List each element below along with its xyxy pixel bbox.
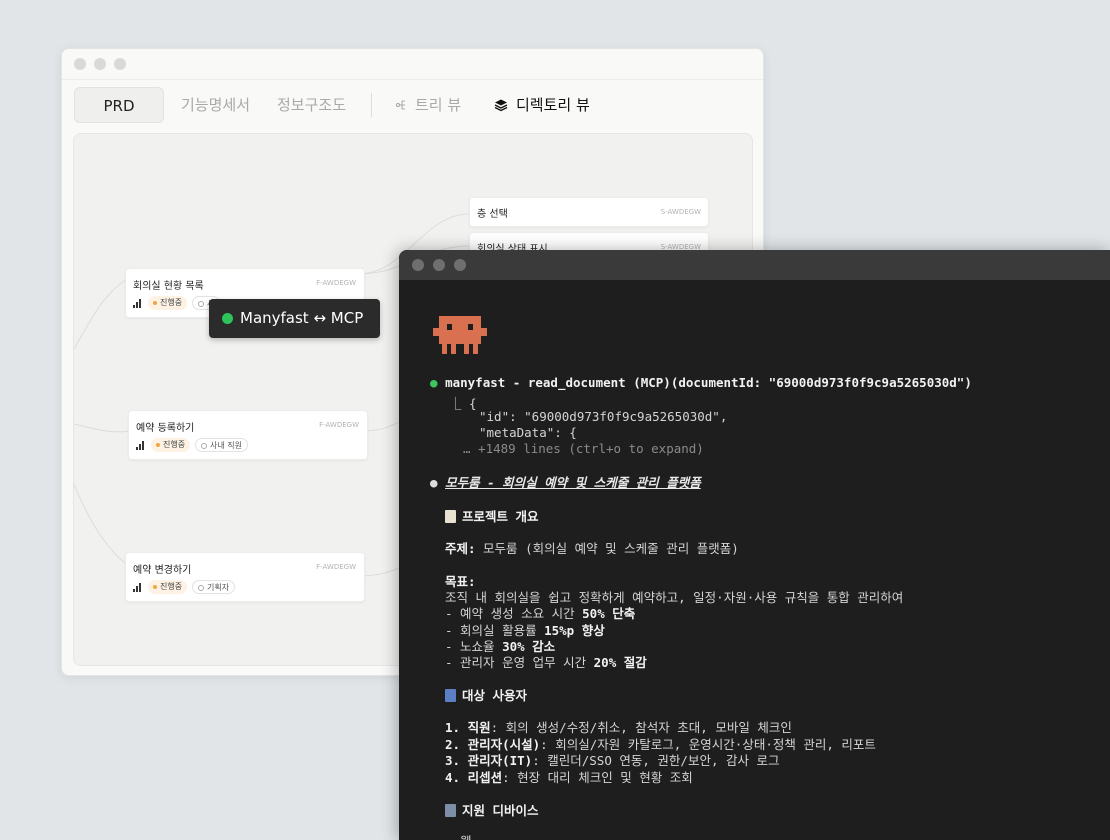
doc-title-line: ● 모두룸 - 회의실 예약 및 스케줄 관리 플랫폼 (430, 472, 701, 491)
tab-prd[interactable]: PRD (74, 87, 164, 123)
screen-card-code: S-AWDEGW (660, 208, 701, 216)
device-item-label: 웹 (460, 834, 472, 840)
user-item-number: 1. (445, 720, 468, 735)
status-badge: 진행중 (148, 580, 188, 594)
users-icon (445, 689, 456, 702)
users-heading: 대상 사용자 (462, 688, 528, 703)
expand-hint[interactable]: … +1489 lines (ctrl+o to expand) (463, 441, 704, 456)
priority-icon (136, 441, 146, 450)
goal-item-text: - 관리자 운영 업무 시간 (445, 655, 594, 670)
screen-card[interactable]: 층 선택 S-AWDEGW (469, 197, 709, 227)
maximize-dot[interactable] (454, 259, 466, 271)
topic-line: 주제: 모두룸 (회의실 예약 및 스케줄 관리 플랫폼) (445, 538, 739, 557)
topic-label: 주제: (445, 541, 476, 556)
feature-node[interactable]: 예약 변경하기 F-AWDEGW 진행중 기획자 (125, 552, 365, 602)
priority-icon (133, 583, 143, 592)
mcp-connection-label: Manyfast ↔ MCP (240, 309, 364, 327)
assignee-label: 기획자 (207, 583, 230, 592)
terminal-window: ● manyfast - read_document (MCP)(documen… (399, 250, 1110, 840)
overview-heading-line: 프로젝트 개요 (445, 506, 539, 525)
tree-icon (395, 100, 405, 110)
users-heading-line: 대상 사용자 (445, 685, 527, 704)
status-badge: 진행중 (148, 296, 188, 310)
doc-title: 모두룸 - 회의실 예약 및 스케줄 관리 플랫폼 (445, 475, 701, 490)
feature-node[interactable]: 예약 등록하기 F-AWDEGW 진행중 사내 직원 (128, 410, 368, 460)
close-dot[interactable] (74, 58, 86, 70)
tab-directory-view-label: 디렉토리 뷰 (516, 96, 590, 114)
terminal-titlebar (399, 250, 1110, 280)
devices-heading: 지원 디바이스 (462, 803, 539, 818)
overview-heading: 프로젝트 개요 (462, 509, 539, 524)
status-badge-label: 진행중 (160, 298, 183, 307)
result-meta-line: "metaData": { (479, 425, 577, 440)
tab-func-spec[interactable]: 기능명세서 (181, 87, 250, 123)
bullet-icon: ● (430, 475, 446, 490)
tab-ia[interactable]: 정보구조도 (277, 87, 346, 123)
user-item-desc: : 현장 대리 체크인 및 현황 조회 (502, 770, 693, 785)
minimize-dot[interactable] (433, 259, 445, 271)
tab-divider (371, 93, 372, 117)
feature-node-code: F-AWDEGW (316, 279, 356, 287)
feature-node-title: 예약 변경하기 (133, 565, 192, 576)
maximize-dot[interactable] (114, 58, 126, 70)
assignee-label: 사내 직원 (210, 441, 242, 450)
assignee-badge: 기획자 (192, 580, 236, 594)
result-open: ⎿ { (449, 396, 477, 411)
claude-mascot-icon (433, 316, 487, 354)
connected-status-icon (222, 313, 233, 324)
feature-node-code: F-AWDEGW (319, 421, 359, 429)
status-badge-label: 진행중 (160, 582, 183, 591)
feature-node-title: 회의실 현황 목록 (133, 281, 204, 292)
priority-icon (133, 299, 143, 308)
devices-heading-line: 지원 디바이스 (445, 800, 539, 819)
window-titlebar (62, 49, 763, 80)
tab-tree-view[interactable]: 트리 뷰 (395, 87, 461, 123)
layers-icon (494, 99, 508, 112)
device-item: - 웹 (445, 831, 472, 840)
result-id-line: "id": "69000d973f0f9c9a5265030d", (479, 409, 728, 424)
doc-tabs: PRD 기능명세서 정보구조도 트리 뷰 디렉토리 뷰 (74, 87, 754, 123)
mcp-connection-badge: Manyfast ↔ MCP (209, 299, 380, 338)
status-badge: 진행중 (151, 438, 191, 452)
mobile-device-icon (445, 804, 456, 817)
close-dot[interactable] (412, 259, 424, 271)
screen-card-title: 층 선택 (477, 209, 508, 220)
goal-item-text: - 예약 생성 소요 시간 (445, 606, 583, 621)
user-item-desc: : 회의 생성/수정/취소, 참석자 초대, 모바일 체크인 (490, 720, 792, 735)
status-badge-label: 진행중 (163, 440, 186, 449)
minimize-dot[interactable] (94, 58, 106, 70)
feature-node-code: F-AWDEGW (316, 563, 356, 571)
goal-item: - 관리자 운영 업무 시간 20% 절감 (445, 652, 647, 671)
user-item-number: 4. (445, 770, 468, 785)
memo-icon (445, 510, 456, 523)
user-item-role: 직원 (467, 720, 491, 735)
topic-value: 모두룸 (회의실 예약 및 스케줄 관리 플랫폼) (475, 541, 739, 556)
tool-status-icon: ● (430, 375, 446, 390)
device-item-text: - (445, 834, 460, 840)
user-item-desc: : 캘린더/SSO 연동, 권한/보안, 감사 로그 (532, 753, 780, 768)
tool-call-text: manyfast - read_document (MCP)(documentI… (445, 375, 972, 390)
goal-item-metric: 50% 단축 (582, 606, 636, 621)
tool-call-line: ● manyfast - read_document (MCP)(documen… (430, 375, 972, 390)
terminal-output[interactable]: ● manyfast - read_document (MCP)(documen… (399, 280, 1110, 840)
tab-directory-view[interactable]: 디렉토리 뷰 (494, 87, 590, 123)
user-item-number: 3. (445, 753, 468, 768)
assignee-badge: 사내 직원 (195, 438, 248, 452)
user-item-role: 관리자(IT) (467, 753, 533, 768)
feature-node-title: 예약 등록하기 (136, 423, 195, 434)
goal-item-metric: 20% 절감 (593, 655, 647, 670)
tab-tree-view-label: 트리 뷰 (415, 96, 462, 114)
user-item: 4. 리셉션: 현장 대리 체크인 및 현황 조회 (445, 767, 693, 786)
user-item-role: 리셉션 (467, 770, 503, 785)
